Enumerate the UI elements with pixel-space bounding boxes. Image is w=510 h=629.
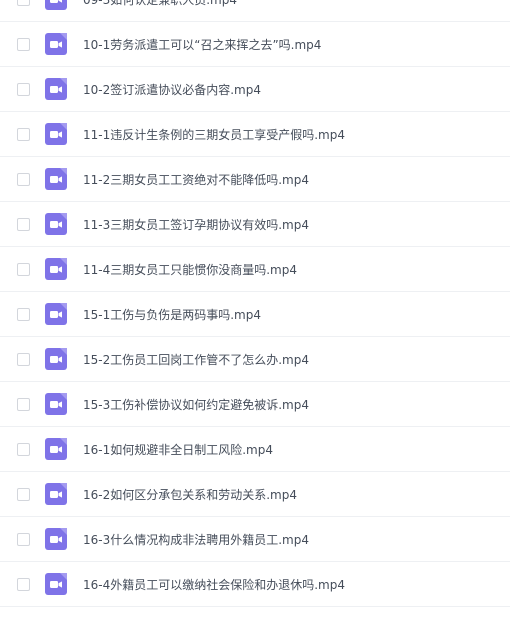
file-name[interactable]: 15-1工伤与负伤是两码事吗.mp4 — [83, 306, 261, 323]
select-checkbox[interactable] — [17, 397, 30, 411]
file-name[interactable]: 15-2工伤员工回岗工作管不了怎么办.mp4 — [83, 351, 309, 368]
file-row[interactable]: 16-2如何区分承包关系和劳动关系.mp4 — [0, 472, 510, 517]
select-checkbox[interactable] — [17, 172, 30, 186]
video-file-icon — [45, 258, 67, 280]
video-file-icon — [45, 303, 67, 325]
file-name[interactable]: 16-4外籍员工可以缴纳社会保险和办退休吗.mp4 — [83, 576, 345, 593]
video-file-icon — [45, 213, 67, 235]
file-row[interactable]: 15-2工伤员工回岗工作管不了怎么办.mp4 — [0, 337, 510, 382]
file-name[interactable]: 11-1违反计生条例的三期女员工享受产假吗.mp4 — [83, 126, 345, 143]
file-name[interactable]: 09-3如何认定兼职人员.mp4 — [83, 0, 237, 8]
select-checkbox[interactable] — [17, 217, 30, 231]
video-file-icon — [45, 573, 67, 595]
file-name[interactable]: 10-2签订派遣协议必备内容.mp4 — [83, 81, 261, 98]
video-file-icon — [45, 33, 67, 55]
file-row[interactable]: 15-1工伤与负伤是两码事吗.mp4 — [0, 292, 510, 337]
select-checkbox[interactable] — [17, 532, 30, 546]
file-row[interactable]: 10-2签订派遣协议必备内容.mp4 — [0, 67, 510, 112]
file-list: 09-3如何认定兼职人员.mp4 10-1劳务派遣工可以“召之来挥之去”吗.mp… — [0, 0, 510, 607]
file-name[interactable]: 16-2如何区分承包关系和劳动关系.mp4 — [83, 486, 297, 503]
select-checkbox[interactable] — [17, 82, 30, 96]
file-name[interactable]: 11-3三期女员工签订孕期协议有效吗.mp4 — [83, 216, 309, 233]
file-name[interactable]: 16-3什么情况构成非法聘用外籍员工.mp4 — [83, 531, 309, 548]
video-file-icon — [45, 528, 67, 550]
file-row[interactable]: 16-3什么情况构成非法聘用外籍员工.mp4 — [0, 517, 510, 562]
select-checkbox[interactable] — [17, 352, 30, 366]
video-file-icon — [45, 78, 67, 100]
file-row[interactable]: 15-3工伤补偿协议如何约定避免被诉.mp4 — [0, 382, 510, 427]
select-checkbox[interactable] — [17, 487, 30, 501]
select-checkbox[interactable] — [17, 442, 30, 456]
file-row[interactable]: 16-1如何规避非全日制工风险.mp4 — [0, 427, 510, 472]
select-checkbox[interactable] — [17, 37, 30, 51]
video-file-icon — [45, 123, 67, 145]
file-name[interactable]: 11-4三期女员工只能惯你没商量吗.mp4 — [83, 261, 297, 278]
select-checkbox[interactable] — [17, 262, 30, 276]
video-file-icon — [45, 438, 67, 460]
file-name[interactable]: 10-1劳务派遣工可以“召之来挥之去”吗.mp4 — [83, 36, 321, 53]
file-row[interactable]: 11-3三期女员工签订孕期协议有效吗.mp4 — [0, 202, 510, 247]
file-row[interactable]: 09-3如何认定兼职人员.mp4 — [0, 0, 510, 22]
file-row[interactable]: 11-1违反计生条例的三期女员工享受产假吗.mp4 — [0, 112, 510, 157]
file-name[interactable]: 15-3工伤补偿协议如何约定避免被诉.mp4 — [83, 396, 309, 413]
video-file-icon — [45, 0, 67, 10]
file-row[interactable]: 11-4三期女员工只能惯你没商量吗.mp4 — [0, 247, 510, 292]
file-name[interactable]: 11-2三期女员工工资绝对不能降低吗.mp4 — [83, 171, 309, 188]
video-file-icon — [45, 393, 67, 415]
file-row[interactable]: 10-1劳务派遣工可以“召之来挥之去”吗.mp4 — [0, 22, 510, 67]
video-file-icon — [45, 348, 67, 370]
select-checkbox[interactable] — [17, 127, 30, 141]
file-row[interactable]: 11-2三期女员工工资绝对不能降低吗.mp4 — [0, 157, 510, 202]
select-checkbox[interactable] — [17, 307, 30, 321]
select-checkbox[interactable] — [17, 0, 30, 6]
video-file-icon — [45, 483, 67, 505]
file-name[interactable]: 16-1如何规避非全日制工风险.mp4 — [83, 441, 273, 458]
video-file-icon — [45, 168, 67, 190]
select-checkbox[interactable] — [17, 577, 30, 591]
file-row[interactable]: 16-4外籍员工可以缴纳社会保险和办退休吗.mp4 — [0, 562, 510, 607]
